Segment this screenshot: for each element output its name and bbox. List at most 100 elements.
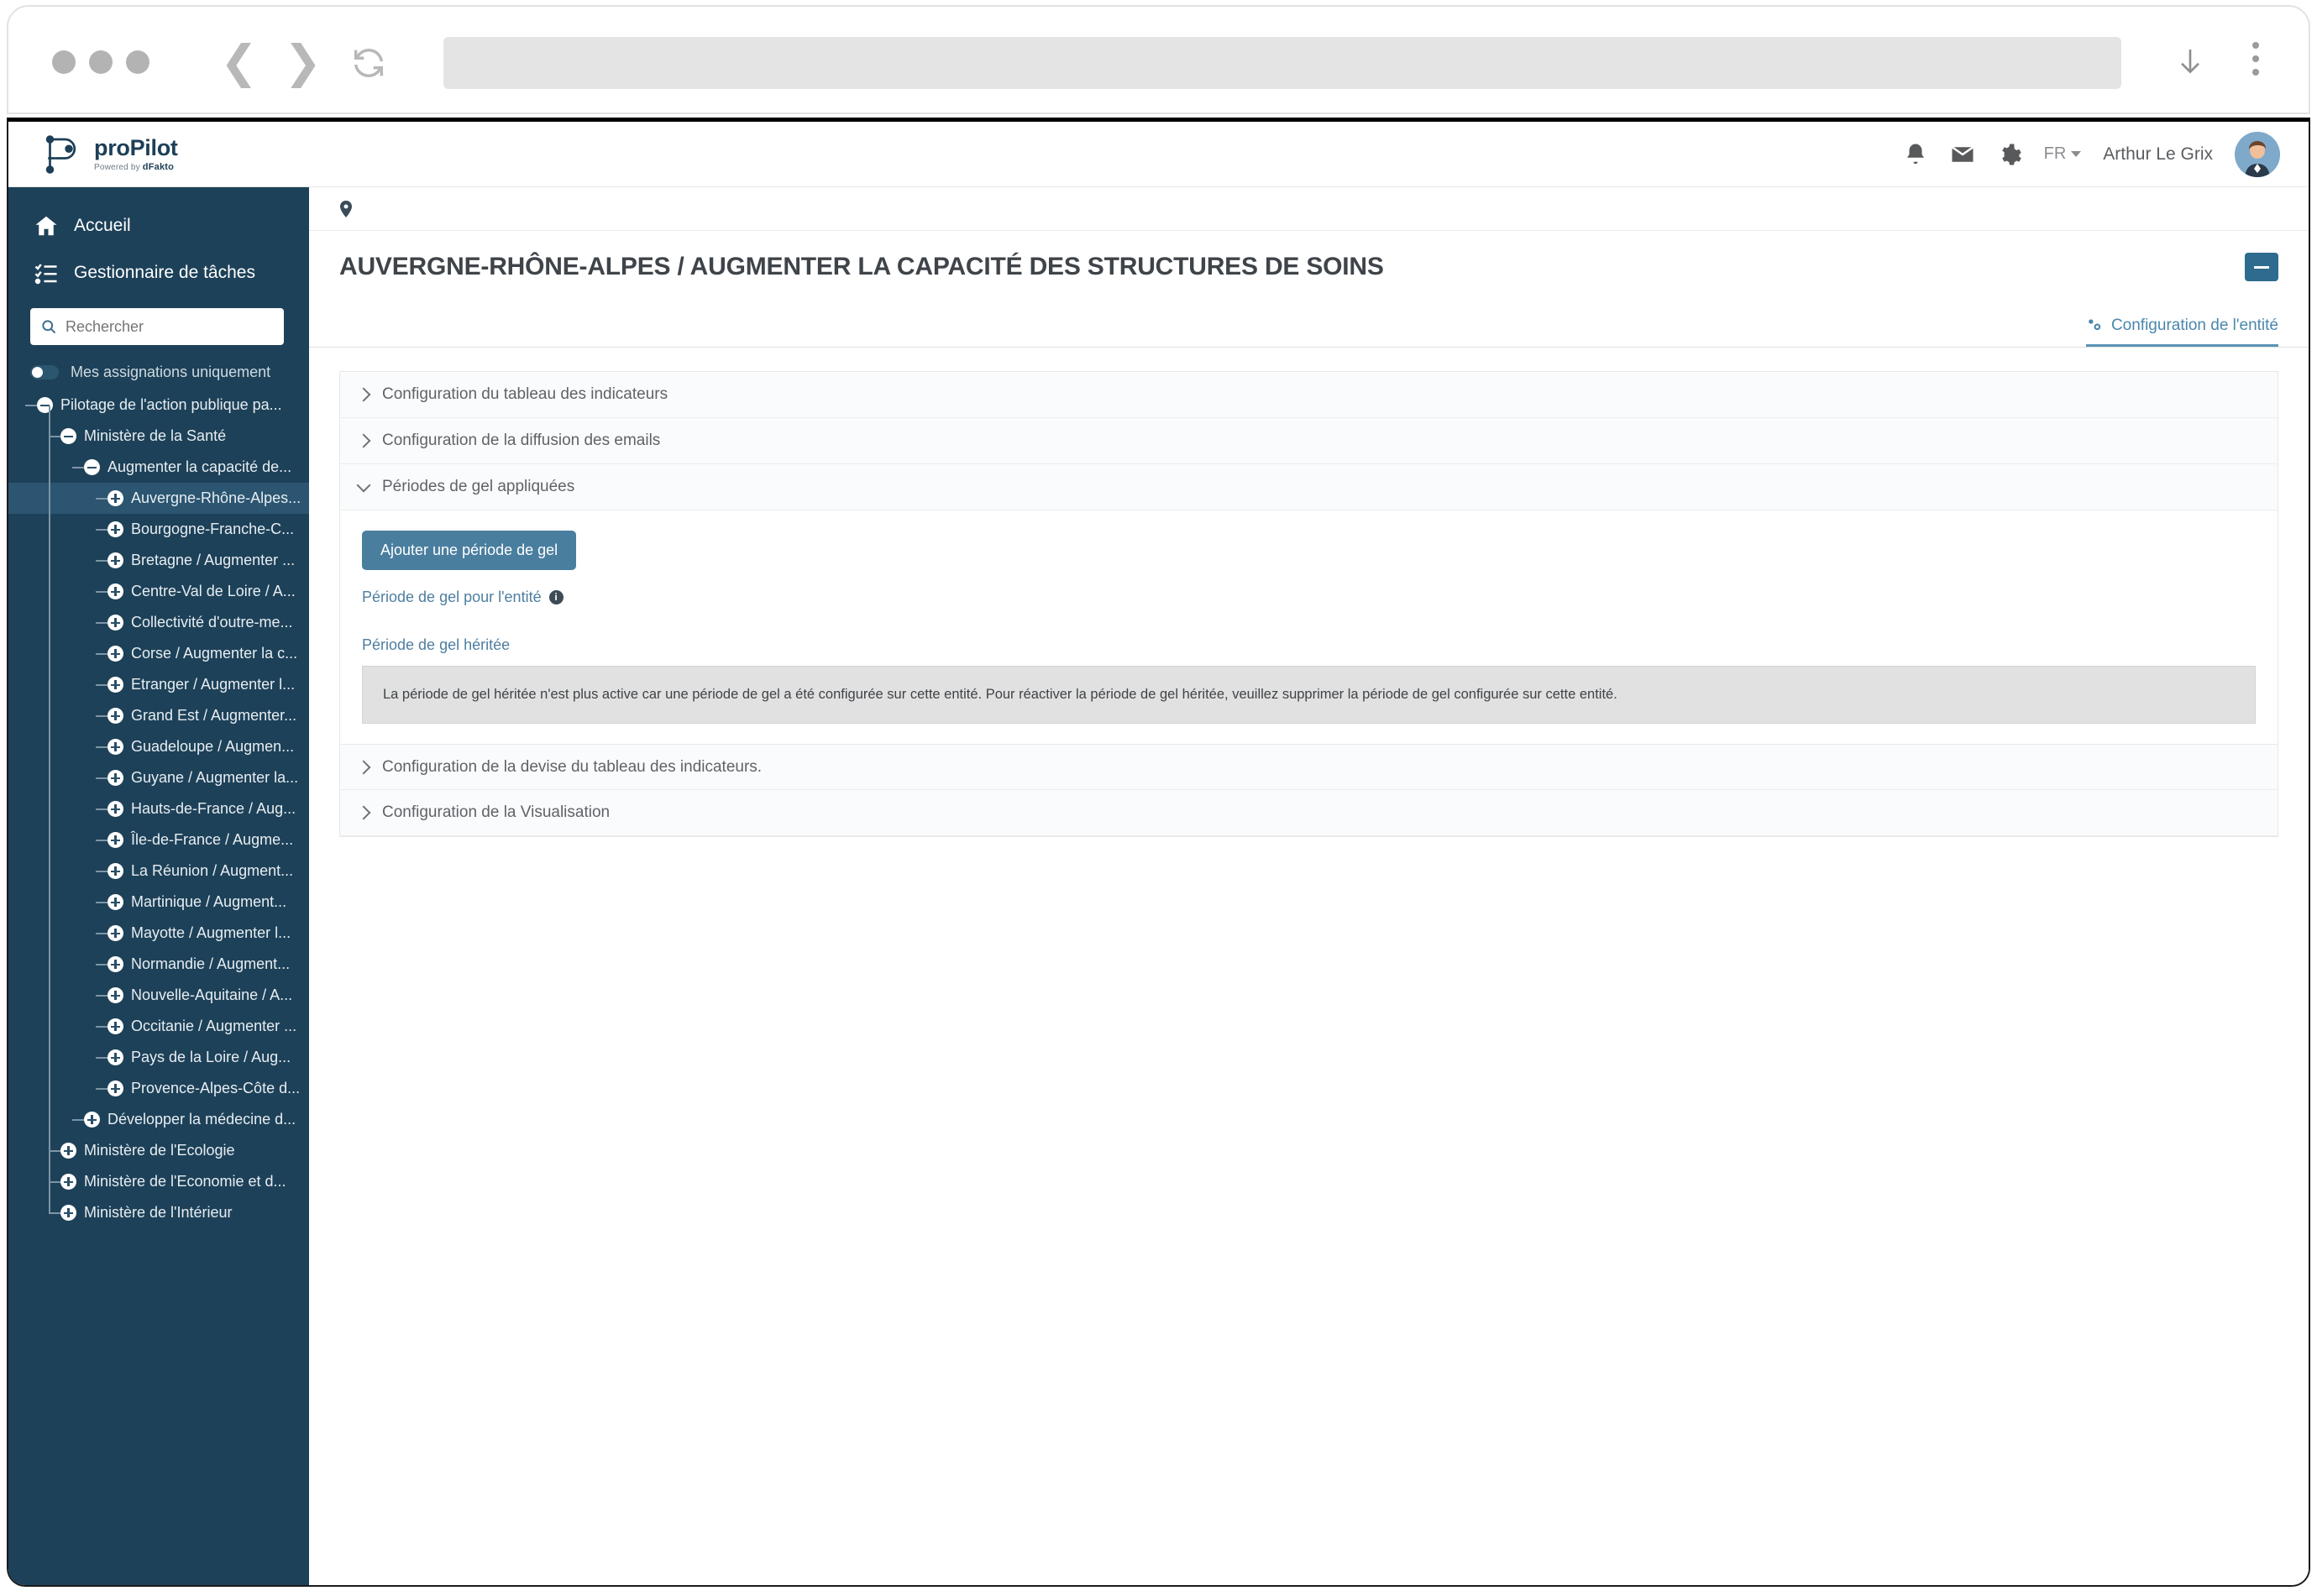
window-maximize-dot[interactable] <box>126 50 149 74</box>
freeze-periods-body: Ajouter une période de gel Période de ge… <box>340 510 2278 745</box>
tree-item[interactable]: Ministère de l'Intérieur <box>8 1197 309 1228</box>
info-icon[interactable]: i <box>548 590 564 604</box>
accordion-header-currency-config[interactable]: Configuration de la devise du tableau de… <box>340 744 2278 791</box>
breadcrumb <box>309 187 2309 231</box>
tree-item[interactable]: Ministère de la Santé <box>8 421 309 452</box>
envelope-icon[interactable] <box>1950 142 1975 167</box>
window-close-dot[interactable] <box>52 50 76 74</box>
tree-item[interactable]: Ministère de l'Economie et d... <box>8 1166 309 1197</box>
my-assignments-toggle[interactable]: Mes assignations uniquement <box>8 345 309 390</box>
window-minimize-dot[interactable] <box>89 50 113 74</box>
bell-icon[interactable] <box>1903 142 1928 167</box>
tree-item[interactable]: Auvergne-Rhône-Alpes... <box>8 483 309 514</box>
expand-icon[interactable] <box>107 956 123 972</box>
forward-icon[interactable]: ❯ <box>284 39 322 86</box>
expand-icon[interactable] <box>107 490 123 506</box>
url-input[interactable] <box>443 37 2121 89</box>
expand-icon[interactable] <box>107 987 123 1003</box>
expand-icon[interactable] <box>107 770 123 786</box>
tree-item[interactable]: Pilotage de l'action publique pa... <box>8 390 309 421</box>
search-box[interactable] <box>30 308 284 345</box>
accordion-label: Configuration du tableau des indicateurs <box>382 385 668 403</box>
search-input[interactable] <box>66 317 274 336</box>
tree-item[interactable]: Occitanie / Augmenter ... <box>8 1011 309 1042</box>
tree-item[interactable]: Provence-Alpes-Côte d... <box>8 1073 309 1104</box>
tree-item[interactable]: Bretagne / Augmenter ... <box>8 545 309 576</box>
accordion-header-visualisation-config[interactable]: Configuration de la Visualisation <box>340 790 2278 837</box>
expand-icon[interactable] <box>107 739 123 755</box>
tree-item[interactable]: Collectivité d'outre-me... <box>8 607 309 638</box>
expand-icon[interactable] <box>84 1112 100 1128</box>
kebab-menu-icon[interactable] <box>2252 42 2259 76</box>
expand-icon[interactable] <box>107 646 123 662</box>
topbar-actions: FR Arthur Le Grix <box>1903 131 2309 177</box>
expand-icon[interactable] <box>107 615 123 631</box>
back-icon[interactable]: ❮ <box>220 39 258 86</box>
expand-icon[interactable] <box>107 1018 123 1034</box>
download-icon[interactable] <box>2173 40 2207 84</box>
reload-icon[interactable] <box>349 44 388 82</box>
expand-icon[interactable] <box>107 863 123 879</box>
accordion-header-indicator-table[interactable]: Configuration du tableau des indicateurs <box>340 372 2278 418</box>
expand-icon[interactable] <box>107 552 123 568</box>
expand-icon[interactable] <box>60 1143 76 1159</box>
accordion-header-email-diffusion[interactable]: Configuration de la diffusion des emails <box>340 418 2278 464</box>
expand-icon[interactable] <box>107 583 123 599</box>
expand-icon[interactable] <box>107 521 123 537</box>
add-freeze-period-button[interactable]: Ajouter une période de gel <box>362 531 577 570</box>
expand-icon[interactable] <box>107 801 123 817</box>
expand-icon[interactable] <box>107 925 123 941</box>
tree-item[interactable]: Guadeloupe / Augmen... <box>8 731 309 762</box>
tab-entity-configuration[interactable]: Configuration de l'entité <box>2085 317 2278 347</box>
tree-item[interactable]: Corse / Augmenter la c... <box>8 638 309 669</box>
expand-icon[interactable] <box>60 1174 76 1190</box>
window-controls[interactable] <box>52 50 149 74</box>
tree-item[interactable]: Île-de-France / Augme... <box>8 824 309 856</box>
accordion-label: Configuration de la devise du tableau de… <box>382 757 763 776</box>
chevron-right-icon <box>356 760 371 775</box>
expand-icon[interactable] <box>107 894 123 910</box>
expand-icon[interactable] <box>107 832 123 848</box>
tree-item[interactable]: La Réunion / Augment... <box>8 856 309 887</box>
sidebar-item-task-manager[interactable]: Gestionnaire de tâches <box>8 249 309 296</box>
collapse-header-button[interactable] <box>2245 253 2278 281</box>
tree-item[interactable]: Pays de la Loire / Aug... <box>8 1042 309 1073</box>
gear-icon[interactable] <box>1997 142 2022 167</box>
collapse-icon[interactable] <box>37 397 53 413</box>
tree-item[interactable]: Ministère de l'Ecologie <box>8 1135 309 1166</box>
tree-item[interactable]: Bourgogne-Franche-C... <box>8 514 309 545</box>
tree-item-label: Hauts-de-France / Aug... <box>131 800 296 817</box>
tree-item[interactable]: Nouvelle-Aquitaine / A... <box>8 980 309 1011</box>
tree-item[interactable]: Mayotte / Augmenter l... <box>8 918 309 949</box>
tree-item-label: Guadeloupe / Augmen... <box>131 738 295 755</box>
tab-label: Configuration de l'entité <box>2110 317 2278 334</box>
expand-icon[interactable] <box>60 1205 76 1221</box>
tree-item[interactable]: Martinique / Augment... <box>8 887 309 918</box>
expand-icon[interactable] <box>107 1049 123 1065</box>
logo-subtitle: Powered by dFakto <box>94 161 175 172</box>
app-logo[interactable]: proPilot Powered by dFakto <box>8 132 178 177</box>
sidebar-item-home[interactable]: Accueil <box>8 202 309 249</box>
tree-item[interactable]: Développer la médecine d... <box>8 1104 309 1135</box>
expand-icon[interactable] <box>107 677 123 693</box>
tree-item[interactable]: Etranger / Augmenter l... <box>8 669 309 700</box>
avatar[interactable] <box>2235 131 2280 177</box>
sidebar-item-label: Gestionnaire de tâches <box>74 263 255 282</box>
expand-icon[interactable] <box>107 1081 123 1096</box>
toggle-switch[interactable] <box>30 365 59 379</box>
section-label-text: Période de gel héritée <box>362 636 511 653</box>
entity-freeze-section-label: Période de gel pour l'entité i <box>362 589 2256 606</box>
tree-item[interactable]: Centre-Val de Loire / A... <box>8 576 309 607</box>
tree-item[interactable]: Hauts-de-France / Aug... <box>8 793 309 824</box>
tree-item[interactable]: Guyane / Augmenter la... <box>8 762 309 793</box>
tree-item[interactable]: Augmenter la capacité de... <box>8 452 309 483</box>
tree-item-label: Collectivité d'outre-me... <box>131 614 293 631</box>
tree-item[interactable]: Normandie / Augment... <box>8 949 309 980</box>
expand-icon[interactable] <box>107 708 123 724</box>
chevron-down-icon <box>356 478 371 492</box>
accordion-header-freeze-periods[interactable]: Périodes de gel appliquées <box>340 464 2278 510</box>
collapse-icon[interactable] <box>84 459 100 475</box>
tree-item[interactable]: Grand Est / Augmenter... <box>8 700 309 731</box>
collapse-icon[interactable] <box>60 428 76 444</box>
language-selector[interactable]: FR <box>2044 144 2082 164</box>
